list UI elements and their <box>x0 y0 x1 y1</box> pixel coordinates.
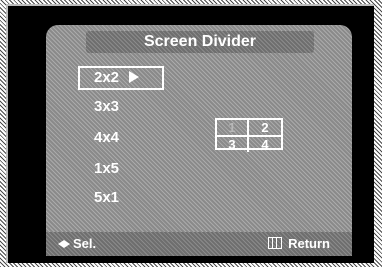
arrow-right-icon <box>129 71 140 83</box>
footer-select-label: Sel. <box>73 236 97 251</box>
preview-cell-1: 1 <box>217 120 249 137</box>
menu-item-1x5[interactable]: 1x5 <box>78 157 164 181</box>
menu-icon <box>268 237 283 249</box>
footer-select-hint: Sel. <box>58 232 96 256</box>
left-right-arrows-icon <box>58 236 73 251</box>
footer-return-label: Return <box>288 236 330 251</box>
preview-cell-2: 2 <box>249 120 281 137</box>
menu-item-4x4[interactable]: 4x4 <box>78 126 164 150</box>
footer-return-hint: Return <box>268 232 330 256</box>
preview-cell-3: 3 <box>217 137 249 152</box>
menu-item-2x2[interactable]: 2x2 <box>78 66 164 90</box>
divider-preview-grid: 1 2 3 4 <box>215 118 283 152</box>
menu-item-label: 2x2 <box>94 69 120 86</box>
footer-bar: Sel. Return <box>46 232 352 256</box>
menu-item-5x1[interactable]: 5x1 <box>78 186 164 210</box>
menu-item-label: 5x1 <box>94 189 120 206</box>
menu-item-label: 1x5 <box>94 160 120 177</box>
menu-item-label: 3x3 <box>94 98 120 115</box>
menu-item-3x3[interactable]: 3x3 <box>78 95 164 119</box>
menu-title: Screen Divider <box>86 31 314 53</box>
preview-cell-4: 4 <box>261 137 269 152</box>
menu-item-label: 4x4 <box>94 129 120 146</box>
